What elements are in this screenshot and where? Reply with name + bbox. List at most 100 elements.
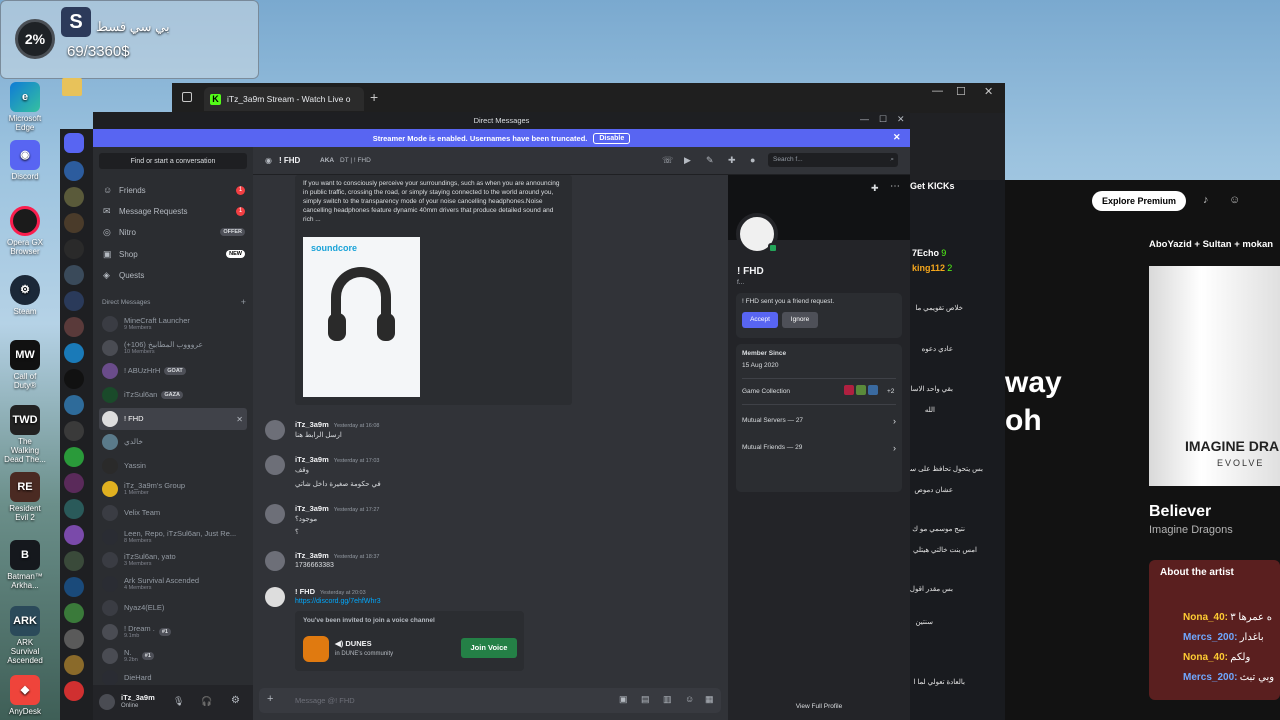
dm-item[interactable]: iTzSul6an GAZA	[99, 384, 247, 406]
message-author[interactable]: iTz_3a9m	[295, 420, 329, 429]
gif-icon[interactable]: ▤	[641, 694, 650, 705]
dm-item[interactable]: iTz_3a9m's Group 1 Member	[99, 478, 247, 500]
server-icon[interactable]	[64, 499, 84, 519]
close-icon[interactable]: ✕	[893, 132, 901, 143]
browser-tab-kick[interactable]: KiTz_3a9m Stream - Watch Live o	[204, 87, 364, 111]
game-icons[interactable]	[844, 385, 890, 397]
message-author[interactable]: ! FHD	[295, 587, 315, 596]
dm-item[interactable]: Ark Survival Ascended 4 Members	[99, 573, 247, 595]
message-link[interactable]: https://discord.gg/7ehfWhr3	[295, 598, 381, 605]
server-icon[interactable]	[64, 161, 84, 181]
desktop-icon-walking-dead[interactable]: TWD The Walking Dead The...	[4, 405, 46, 464]
artist-name[interactable]: Imagine Dragons	[1149, 524, 1233, 536]
dm-item[interactable]: ! ABUzHrH GOAT	[99, 360, 247, 382]
server-icon[interactable]	[64, 265, 84, 285]
add-attachment-icon[interactable]: +	[267, 693, 273, 705]
dm-item[interactable]: ! Dream . 9.1mb #1	[99, 621, 247, 643]
server-icon[interactable]	[64, 239, 84, 259]
avatar[interactable]	[265, 455, 285, 475]
new-tab-button[interactable]: +	[370, 89, 378, 105]
desktop-icon-re2[interactable]: RE Resident Evil 2	[4, 472, 46, 522]
dm-item[interactable]: Yassin	[99, 455, 247, 477]
accept-button[interactable]: Accept	[742, 312, 778, 328]
mutual-servers[interactable]: Mutual Servers — 27 ›	[742, 412, 896, 430]
dm-item[interactable]: N. 9.2bn #1	[99, 645, 247, 667]
close-button[interactable]: ✕	[897, 114, 905, 125]
dm-item[interactable]: Nyaz4(ELE)	[99, 597, 247, 619]
add-friends-icon[interactable]: ✚	[728, 155, 736, 166]
server-icon[interactable]	[64, 291, 84, 311]
view-full-profile-link[interactable]: View Full Profile	[728, 703, 910, 710]
nav-nitro[interactable]: ◎ Nitro OFFER	[99, 223, 247, 241]
song-title[interactable]: Believer	[1149, 503, 1211, 521]
server-icon[interactable]	[64, 655, 84, 675]
desktop-icon-steam[interactable]: ⚙ Steam	[4, 275, 46, 316]
home-icon[interactable]	[64, 133, 84, 153]
dm-item[interactable]: Leen, Repo, iTzSul6an, Just Re... 8 Membe…	[99, 526, 247, 548]
server-icon[interactable]	[64, 603, 84, 623]
chat-search-input[interactable]: Search f... ⌕	[768, 153, 898, 167]
close-dm-icon[interactable]: ✕	[236, 415, 243, 424]
server-icon[interactable]	[64, 395, 84, 415]
mutual-friends[interactable]: Mutual Friends — 29 ›	[742, 439, 896, 457]
server-icon[interactable]	[64, 577, 84, 597]
server-icon[interactable]	[64, 525, 84, 545]
gift-icon[interactable]: ▣	[619, 694, 628, 705]
minimize-button[interactable]: —	[932, 85, 943, 97]
album-cover[interactable]: IMAGINE DRA EVOLVE	[1149, 266, 1280, 486]
desktop-icon-cod[interactable]: MW Call of Duty®	[4, 340, 46, 390]
pin-icon[interactable]: ✎	[706, 155, 714, 166]
emoji-icon[interactable]: ☺	[685, 694, 694, 704]
maximize-button[interactable]: ☐	[956, 85, 966, 98]
profile-toggle-icon[interactable]: ●	[750, 155, 755, 165]
settings-gear-icon[interactable]: ⚙	[231, 695, 240, 706]
avatar[interactable]	[265, 504, 285, 524]
create-dm-button[interactable]: +	[241, 298, 246, 307]
server-icon[interactable]	[64, 421, 84, 441]
headphones-icon[interactable]: 🎧	[201, 696, 212, 707]
promo-image[interactable]: soundcore	[303, 237, 420, 397]
server-icon[interactable]	[64, 473, 84, 493]
kick-header[interactable]: Get KICKs	[910, 181, 955, 191]
nav-message-requests[interactable]: ✉ Message Requests 1	[99, 202, 247, 220]
server-icon[interactable]	[64, 681, 84, 701]
disable-button[interactable]: Disable	[593, 132, 631, 144]
avatar[interactable]	[265, 587, 285, 607]
dm-item[interactable]: خالدي	[99, 431, 247, 453]
server-icon[interactable]	[64, 369, 84, 389]
nav-friends[interactable]: ☺ Friends 1	[99, 181, 247, 199]
nav-shop[interactable]: ▣ Shop NEW	[99, 245, 247, 263]
server-icon[interactable]	[64, 213, 84, 233]
dm-item-selected[interactable]: ! FHD ✕	[99, 408, 247, 430]
find-conversation-input[interactable]: Find or start a conversation	[99, 153, 247, 169]
dm-item[interactable]: Velix Team	[99, 502, 247, 524]
add-friend-icon[interactable]: ✚	[871, 183, 879, 194]
message-author[interactable]: iTz_3a9m	[295, 551, 329, 560]
message-composer[interactable]: + Message @! FHD ▣ ▤ ▥ ☺ ▦	[259, 688, 721, 713]
join-voice-button[interactable]: Join Voice	[461, 638, 517, 658]
folder-icon[interactable]	[62, 78, 82, 96]
close-window-button[interactable]: ✕	[984, 85, 993, 98]
server-icon[interactable]	[64, 317, 84, 337]
call-icon[interactable]: ☏	[662, 155, 673, 166]
minimize-button[interactable]: —	[860, 114, 869, 124]
sticker-icon[interactable]: ▥	[663, 694, 672, 705]
more-icon[interactable]: ⋯	[890, 181, 900, 192]
desktop-icon-batman[interactable]: B Batman™ Arkha...	[4, 540, 46, 590]
server-icon[interactable]	[64, 343, 84, 363]
message-author[interactable]: iTz_3a9m	[295, 455, 329, 464]
server-icon[interactable]	[64, 551, 84, 571]
desktop-icon-anydesk[interactable]: ◆ AnyDesk	[4, 675, 46, 716]
dm-item[interactable]: iTzSul6an, yato 3 Members	[99, 549, 247, 571]
bell-icon[interactable]: ♪	[1203, 194, 1209, 206]
server-icon[interactable]	[64, 447, 84, 467]
avatar[interactable]	[265, 551, 285, 571]
desktop-icon-ark[interactable]: ARK ARK Survival Ascended	[4, 606, 46, 665]
desktop-icon-discord[interactable]: ◉ Discord	[4, 140, 46, 181]
microphone-icon[interactable]: 🎙	[173, 696, 184, 707]
maximize-button[interactable]: ☐	[879, 114, 887, 125]
avatar[interactable]	[99, 694, 115, 710]
friends-icon[interactable]: ☺	[1229, 194, 1240, 206]
ignore-button[interactable]: Ignore	[782, 312, 818, 328]
server-icon[interactable]	[64, 187, 84, 207]
